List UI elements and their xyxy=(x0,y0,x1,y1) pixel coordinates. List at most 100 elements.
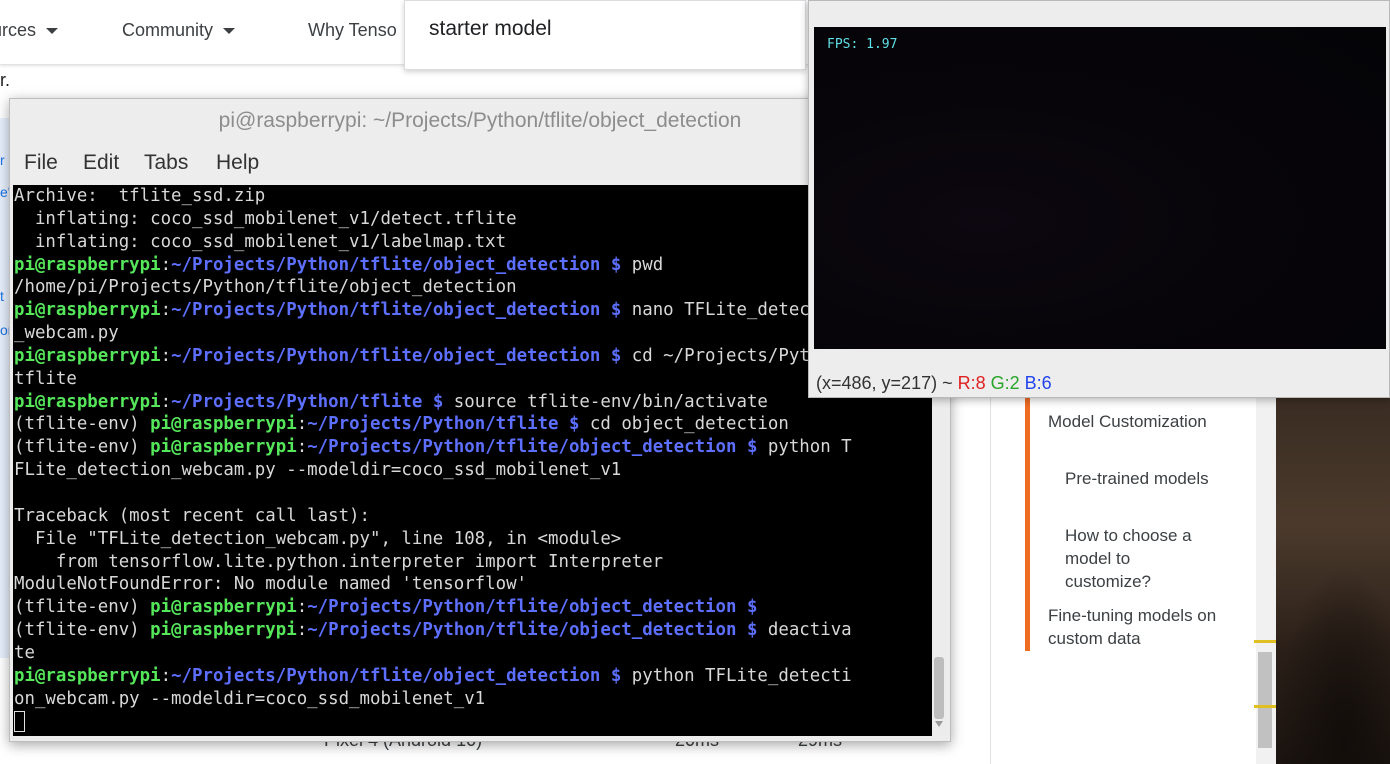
table-of-contents: Model Customization Pre-trained models H… xyxy=(990,396,1257,764)
menu-tabs[interactable]: Tabs xyxy=(144,151,188,175)
prompt-user: pi@raspberrypi xyxy=(150,437,297,458)
terminal-text: : xyxy=(296,414,308,435)
prompt-user: pi@raspberrypi xyxy=(14,665,161,686)
terminal-text: inflating: coco_ssd_mobilenet_v1/detect.… xyxy=(14,208,517,229)
pixel-status-bar: (x=486, y=217) ~ R:8 G:2 B:6 xyxy=(816,373,1052,397)
terminal-line: inflating: coco_ssd_mobilenet_v1/detect.… xyxy=(14,208,852,231)
terminal-text: source tflite-env/bin/activate xyxy=(443,391,768,412)
page-scrollbar-thumb[interactable] xyxy=(1258,652,1272,748)
terminal-line: inflating: coco_ssd_mobilenet_v1/labelma… xyxy=(14,231,852,254)
terminal-text: _webcam.py xyxy=(14,323,119,344)
nav-community[interactable]: Community xyxy=(122,20,236,41)
terminal-cursor-line xyxy=(14,710,852,733)
terminal-text: : xyxy=(160,391,172,412)
prompt-path: ~/Projects/Python/tflite/object_detectio… xyxy=(307,620,758,641)
terminal-line: pi@raspberrypi:~/Projects/Python/tflite/… xyxy=(14,299,852,322)
terminal-screen[interactable]: Archive: tflite_ssd.zip inflating: coco_… xyxy=(13,185,932,736)
menu-edit[interactable]: Edit xyxy=(83,151,119,175)
nav-why-tensorflow-label: Why Tenso xyxy=(308,20,397,40)
nav-why-tensorflow[interactable]: Why Tenso xyxy=(308,20,397,41)
terminal-text: FLite_detection_webcam.py --modeldir=coc… xyxy=(14,460,622,481)
terminal-text: : xyxy=(160,665,172,686)
terminal-line: pi@raspberrypi:~/Projects/Python/tflite/… xyxy=(14,254,852,277)
terminal-line: /home/pi/Projects/Python/tflite/object_d… xyxy=(14,276,852,299)
terminal-line: Traceback (most recent call last): xyxy=(14,505,852,528)
search-suggestion-box[interactable]: starter model xyxy=(404,0,806,70)
terminal-text: : xyxy=(160,254,172,275)
terminal-text: : xyxy=(296,597,308,618)
text-cursor xyxy=(14,710,25,732)
chevron-down-icon xyxy=(223,28,236,35)
terminal-text: : xyxy=(296,620,308,641)
toc-item-choose-model[interactable]: How to choose a model to customize? xyxy=(1065,524,1215,593)
toc-item-fine-tuning[interactable]: Fine-tuning models on custom data xyxy=(1048,604,1238,650)
camera-feed: FPS: 1.97 xyxy=(814,27,1386,349)
menu-help[interactable]: Help xyxy=(216,151,259,175)
terminal-line: Archive: tflite_ssd.zip xyxy=(14,185,852,208)
search-suggestion-text[interactable]: starter model xyxy=(429,17,552,41)
scroll-down-arrow-icon[interactable] xyxy=(935,721,943,727)
prompt-user: pi@raspberrypi xyxy=(14,391,161,412)
terminal-line: ModuleNotFoundError: No module named 'te… xyxy=(14,573,852,596)
red-value: R:8 xyxy=(957,373,986,393)
object-detection-window[interactable]: FPS: 1.97 (x=486, y=217) ~ R:8 G:2 B:6 xyxy=(808,0,1390,398)
toc-item-pretrained-models[interactable]: Pre-trained models xyxy=(1065,467,1215,490)
terminal-line: pi@raspberrypi:~/Projects/Python/tflite/… xyxy=(14,345,852,368)
terminal-text: on_webcam.py --modeldir=coco_ssd_mobilen… xyxy=(14,688,486,709)
prompt-path: ~/Projects/Python/tflite/object_detectio… xyxy=(171,665,622,686)
nav-community-label: Community xyxy=(122,20,214,40)
terminal-text: tflite xyxy=(14,368,77,389)
terminal-line: (tflite-env) pi@raspberrypi:~/Projects/P… xyxy=(14,413,852,436)
prompt-path: ~/Projects/Python/tflite/object_detectio… xyxy=(307,437,758,458)
terminal-text: (tflite-env) xyxy=(14,620,151,641)
terminal-text: ModuleNotFoundError: No module named 'te… xyxy=(14,574,528,595)
prompt-user: pi@raspberrypi xyxy=(14,254,161,275)
terminal-text: (tflite-env) xyxy=(14,597,151,618)
terminal-line: on_webcam.py --modeldir=coco_ssd_mobilen… xyxy=(14,688,852,711)
menu-file[interactable]: File xyxy=(24,151,58,175)
terminal-line: File "TFLite_detection_webcam.py", line … xyxy=(14,528,852,551)
background-photo xyxy=(1276,396,1390,764)
prompt-path: ~/Projects/Python/tflite $ xyxy=(171,391,444,412)
prompt-user: pi@raspberrypi xyxy=(150,620,297,641)
scroll-marker xyxy=(1254,705,1276,708)
terminal-text: : xyxy=(160,300,172,321)
scroll-marker xyxy=(1254,640,1276,643)
toc-active-indicator xyxy=(1025,396,1030,651)
terminal-text: (tflite-env) xyxy=(14,437,151,458)
terminal-line: te xyxy=(14,642,852,665)
terminal-line: FLite_detection_webcam.py --modeldir=coc… xyxy=(14,459,852,482)
terminal-line: tflite xyxy=(14,368,852,391)
terminal-text: python TFLite_detecti xyxy=(621,665,852,686)
cursor-coords: (x=486, y=217) ~ xyxy=(816,373,953,393)
prompt-user: pi@raspberrypi xyxy=(14,345,161,366)
terminal-text: Traceback (most recent call last): xyxy=(14,505,370,526)
terminal-text: from tensorflow.lite.python.interpreter … xyxy=(14,551,664,572)
terminal-text: : xyxy=(160,345,172,366)
terminal-line: _webcam.py xyxy=(14,322,852,345)
prompt-user: pi@raspberrypi xyxy=(150,597,297,618)
terminal-line: (tflite-env) pi@raspberrypi:~/Projects/P… xyxy=(14,596,852,619)
toc-item-model-customization[interactable]: Model Customization xyxy=(1048,410,1248,433)
terminal-text: : xyxy=(296,437,308,458)
fps-counter: FPS: 1.97 xyxy=(827,37,898,52)
prompt-path: ~/Projects/Python/tflite/object_detectio… xyxy=(171,254,622,275)
prompt-path: ~/Projects/Python/tflite/object_detectio… xyxy=(307,597,758,618)
terminal-line: from tensorflow.lite.python.interpreter … xyxy=(14,551,852,574)
terminal-line: pi@raspberrypi:~/Projects/Python/tflite/… xyxy=(14,665,852,688)
chevron-down-icon xyxy=(46,28,59,35)
prompt-path: ~/Projects/Python/tflite $ xyxy=(307,414,580,435)
terminal-text: Archive: tflite_ssd.zip xyxy=(14,186,266,206)
terminal-text: deactiva xyxy=(757,620,852,641)
terminal-line: pi@raspberrypi:~/Projects/Python/tflite … xyxy=(14,391,852,414)
strip-char: r xyxy=(0,152,5,168)
green-value: G:2 xyxy=(990,373,1020,393)
strip-char: t xyxy=(0,288,4,304)
terminal-line: (tflite-env) pi@raspberrypi:~/Projects/P… xyxy=(14,619,852,642)
page-edge-text: r. xyxy=(0,70,11,90)
terminal-scrollbar-thumb[interactable] xyxy=(934,657,944,719)
nav-resources[interactable]: urces xyxy=(0,20,59,41)
terminal-text: File "TFLite_detection_webcam.py", line … xyxy=(14,528,622,549)
prompt-path: ~/Projects/Python/tflite/object_detectio… xyxy=(171,300,622,321)
